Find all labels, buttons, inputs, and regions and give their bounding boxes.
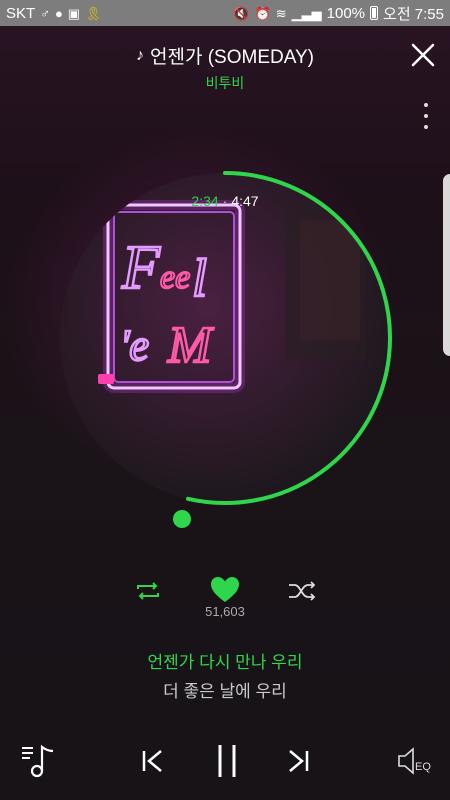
ribbon-icon: 🎗 xyxy=(85,5,102,21)
chat-icon: ● xyxy=(54,5,63,21)
wifi-icon: ≋ xyxy=(275,5,287,21)
battery-percent: 100% xyxy=(326,4,366,22)
music-note-icon: ♪ xyxy=(136,46,144,64)
close-button[interactable] xyxy=(410,42,436,68)
like-button[interactable] xyxy=(209,575,241,605)
equalizer-button[interactable]: EQ xyxy=(396,744,436,778)
elapsed-time: 2:34 xyxy=(191,193,219,209)
more-options-button[interactable] xyxy=(420,103,432,129)
playback-time: 2:34 · 4:47 xyxy=(0,193,450,209)
artist-name[interactable]: 비투비 xyxy=(0,73,450,93)
player-controls: EQ xyxy=(0,742,450,782)
shuffle-button[interactable] xyxy=(286,576,318,606)
equalizer-speaker-icon: EQ xyxy=(398,747,431,775)
repeat-button[interactable] xyxy=(133,576,163,606)
total-time: 4:47 xyxy=(231,193,259,209)
next-button[interactable] xyxy=(284,746,314,776)
alarm-icon: ⏰ xyxy=(254,5,271,21)
playlist-icon xyxy=(22,744,54,778)
signal-icon: ▁▃▅ xyxy=(291,5,322,21)
skip-next-icon xyxy=(289,750,309,772)
status-bar: SKT ♂ ● ▣ 🎗 🔇 ⏰ ≋ ▁▃▅ 100% 오전 7:55 xyxy=(0,0,450,26)
clock: 오전 7:55 xyxy=(383,5,444,23)
pause-icon xyxy=(218,745,236,777)
pause-button[interactable] xyxy=(213,742,241,780)
like-count: 51,603 xyxy=(205,604,245,619)
lyric-next-line[interactable]: 더 좋은 날에 우리 xyxy=(0,677,450,702)
seek-handle[interactable] xyxy=(173,510,191,528)
action-row xyxy=(0,576,450,606)
carrier-label: SKT xyxy=(6,4,36,22)
skip-previous-icon xyxy=(142,750,162,772)
lyric-current-line[interactable]: 언젠가 다시 만나 우리 xyxy=(0,648,450,673)
playlist-button[interactable] xyxy=(20,742,56,780)
heart-icon xyxy=(211,577,239,602)
song-title: 언젠가 (SOMEDAY) xyxy=(150,47,314,68)
more-vertical-icon xyxy=(424,103,428,107)
song-title-row: ♪ 언젠가 (SOMEDAY) xyxy=(0,42,450,69)
mute-icon: 🔇 xyxy=(233,5,250,21)
shuffle-icon xyxy=(289,581,316,601)
gender-icon: ♂ xyxy=(40,5,50,21)
eq-label: EQ xyxy=(415,761,431,773)
image-icon: ▣ xyxy=(67,5,81,21)
close-icon xyxy=(411,43,435,67)
previous-button[interactable] xyxy=(137,746,167,776)
repeat-icon xyxy=(137,582,159,600)
battery-icon xyxy=(370,6,379,20)
time-separator: · xyxy=(222,193,228,209)
